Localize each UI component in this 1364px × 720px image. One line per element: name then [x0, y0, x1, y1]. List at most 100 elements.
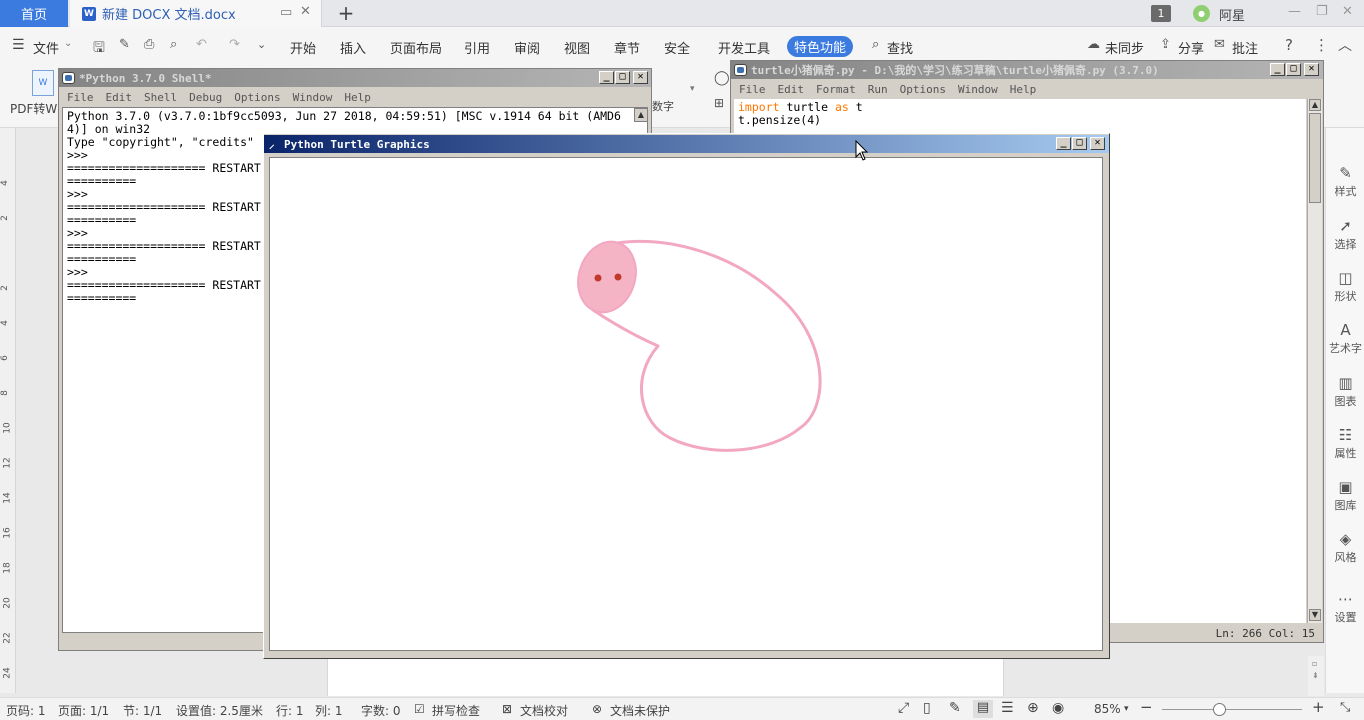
menu-window[interactable]: Window: [293, 91, 333, 104]
more-icon[interactable]: ⌄: [257, 38, 266, 51]
zoom-dropdown-icon[interactable]: ▾: [1124, 704, 1129, 714]
tab-security[interactable]: 安全: [664, 38, 690, 57]
tab-references[interactable]: 引用: [464, 38, 490, 57]
sidebar-item-style[interactable]: ✎ 样式: [1326, 164, 1364, 199]
sync-status[interactable]: 未同步: [1105, 38, 1144, 57]
menu-shell[interactable]: Shell: [144, 91, 177, 104]
minimize-button[interactable]: _: [1270, 63, 1285, 76]
shell-titlebar[interactable]: *Python 3.7.0 Shell* _ □ ✕: [59, 69, 651, 87]
spellcheck-button[interactable]: 拼写检查: [432, 702, 480, 719]
proofread-button[interactable]: 文档校对: [520, 702, 568, 719]
new-tab-button[interactable]: +: [336, 2, 356, 24]
shape-circle-icon[interactable]: ◯: [714, 70, 730, 86]
file-menu[interactable]: 文件: [33, 38, 59, 57]
editor-scrollbar[interactable]: ▲ ▼: [1307, 99, 1322, 623]
sidebar-item-properties[interactable]: ☷ 属性: [1326, 426, 1364, 461]
minimize-button[interactable]: _: [599, 71, 614, 84]
close-button[interactable]: ✕: [1304, 63, 1319, 76]
help-icon[interactable]: ?: [1285, 36, 1293, 54]
avatar[interactable]: ●: [1193, 5, 1210, 22]
sidebar-item-wordart[interactable]: A 艺术字: [1326, 321, 1364, 356]
scroll-up-icon[interactable]: ▲: [634, 108, 648, 122]
turtle-window[interactable]: ⸝ Python Turtle Graphics _ □ ✕: [263, 133, 1110, 659]
search-button[interactable]: 查找: [887, 38, 913, 57]
next-page-icon[interactable]: ⇟: [1312, 671, 1319, 680]
status-page[interactable]: 页面: 1/1: [58, 702, 109, 719]
comment-button[interactable]: 批注: [1232, 38, 1258, 57]
menu-options[interactable]: Options: [234, 91, 280, 104]
insert-icon[interactable]: ⊞: [714, 96, 724, 110]
menu-edit[interactable]: Edit: [778, 83, 805, 96]
scroll-down-icon[interactable]: ▼: [1309, 609, 1321, 621]
document-page[interactable]: [327, 656, 1004, 696]
share-button[interactable]: 分享: [1178, 38, 1204, 57]
print-icon[interactable]: ⎙: [144, 37, 154, 52]
sidebar-item-chart[interactable]: ▥ 图表: [1326, 374, 1364, 409]
menu-file[interactable]: File: [67, 91, 94, 104]
tab-start[interactable]: 开始: [290, 38, 316, 57]
tab-chapter[interactable]: 章节: [614, 38, 640, 57]
tab-home[interactable]: 首页: [0, 0, 68, 27]
zoom-level[interactable]: 85%: [1094, 702, 1121, 716]
document-scrollbar[interactable]: ▫ ⇟: [1308, 656, 1324, 696]
outline-view-icon[interactable]: ☰: [1001, 700, 1014, 716]
turtle-canvas[interactable]: [269, 157, 1103, 651]
menu-format[interactable]: Format: [816, 83, 856, 96]
status-section[interactable]: 节: 1/1: [123, 702, 162, 719]
search-icon[interactable]: ⌕: [872, 37, 879, 52]
maximize-button[interactable]: □: [615, 71, 630, 84]
scroll-thumb[interactable]: [1309, 113, 1321, 203]
reading-mode-icon[interactable]: ▯: [923, 700, 931, 716]
zoom-slider-handle[interactable]: [1213, 703, 1226, 716]
save-icon[interactable]: 🖫: [93, 37, 105, 61]
dropdown-arrow-icon[interactable]: ▾: [690, 84, 695, 94]
menu-edit[interactable]: Edit: [106, 91, 133, 104]
tab-developer[interactable]: 开发工具: [718, 38, 770, 57]
eye-protect-icon[interactable]: ◉: [1052, 700, 1064, 716]
menu-help[interactable]: Help: [1010, 83, 1037, 96]
undo-icon[interactable]: ↶: [196, 37, 207, 52]
status-row[interactable]: 行: 1: [276, 702, 304, 719]
maximize-button[interactable]: □: [1072, 137, 1087, 150]
pin-icon[interactable]: ▭: [280, 5, 292, 20]
sidebar-item-theme[interactable]: ◈ 风格: [1326, 530, 1364, 565]
menu-window[interactable]: Window: [958, 83, 998, 96]
tab-insert[interactable]: 插入: [340, 38, 366, 57]
close-icon[interactable]: ✕: [300, 4, 311, 19]
status-setting[interactable]: 设置值: 2.5厘米: [176, 702, 263, 719]
edit-mode-icon[interactable]: ✎: [949, 700, 961, 716]
status-word-count[interactable]: 字数: 0: [361, 702, 401, 719]
menu-file[interactable]: File: [739, 83, 766, 96]
fit-page-icon[interactable]: ⤡: [1340, 700, 1350, 715]
sidebar-item-select[interactable]: ➚ 选择: [1326, 217, 1364, 252]
sidebar-item-settings[interactable]: ⋯ 设置: [1326, 590, 1364, 625]
tab-special-features[interactable]: 特色功能: [787, 36, 853, 57]
collapse-ribbon-icon[interactable]: ︿: [1338, 35, 1352, 55]
tab-page-layout[interactable]: 页面布局: [390, 38, 442, 57]
status-page-code[interactable]: 页码: 1: [6, 702, 46, 719]
editor-titlebar[interactable]: turtle小猪佩奇.py - D:\我的\学习\练习草稿\turtle小猪佩奇…: [731, 61, 1323, 79]
format-painter-icon[interactable]: ✎: [119, 37, 130, 52]
minimize-button[interactable]: _: [1056, 137, 1071, 150]
menu-help[interactable]: Help: [344, 91, 371, 104]
word-art-label[interactable]: 数字: [652, 98, 674, 114]
zoom-in-icon[interactable]: +: [1312, 698, 1325, 716]
menu-icon[interactable]: ☰: [12, 37, 25, 53]
sidebar-item-gallery[interactable]: ▣ 图库: [1326, 478, 1364, 513]
pdf-to-word-icon[interactable]: W: [32, 70, 54, 96]
menu-debug[interactable]: Debug: [189, 91, 222, 104]
close-window-icon[interactable]: ✕: [1342, 4, 1353, 19]
print-preview-icon[interactable]: ⌕: [170, 37, 177, 52]
more-options-icon[interactable]: ⋮: [1314, 36, 1329, 54]
page-view-icon[interactable]: ▤: [973, 700, 993, 718]
window-count-badge[interactable]: 1: [1151, 5, 1171, 22]
protect-status[interactable]: 文档未保护: [610, 702, 670, 719]
sidebar-item-shape[interactable]: ◫ 形状: [1326, 269, 1364, 304]
menu-run[interactable]: Run: [868, 83, 888, 96]
web-view-icon[interactable]: ⊕: [1027, 700, 1039, 716]
menu-options[interactable]: Options: [900, 83, 946, 96]
close-button[interactable]: ✕: [1090, 137, 1105, 150]
chevron-down-icon[interactable]: ⌄: [64, 38, 72, 49]
tab-view[interactable]: 视图: [564, 38, 590, 57]
turtle-titlebar[interactable]: ⸝ Python Turtle Graphics _ □ ✕: [264, 135, 1109, 153]
